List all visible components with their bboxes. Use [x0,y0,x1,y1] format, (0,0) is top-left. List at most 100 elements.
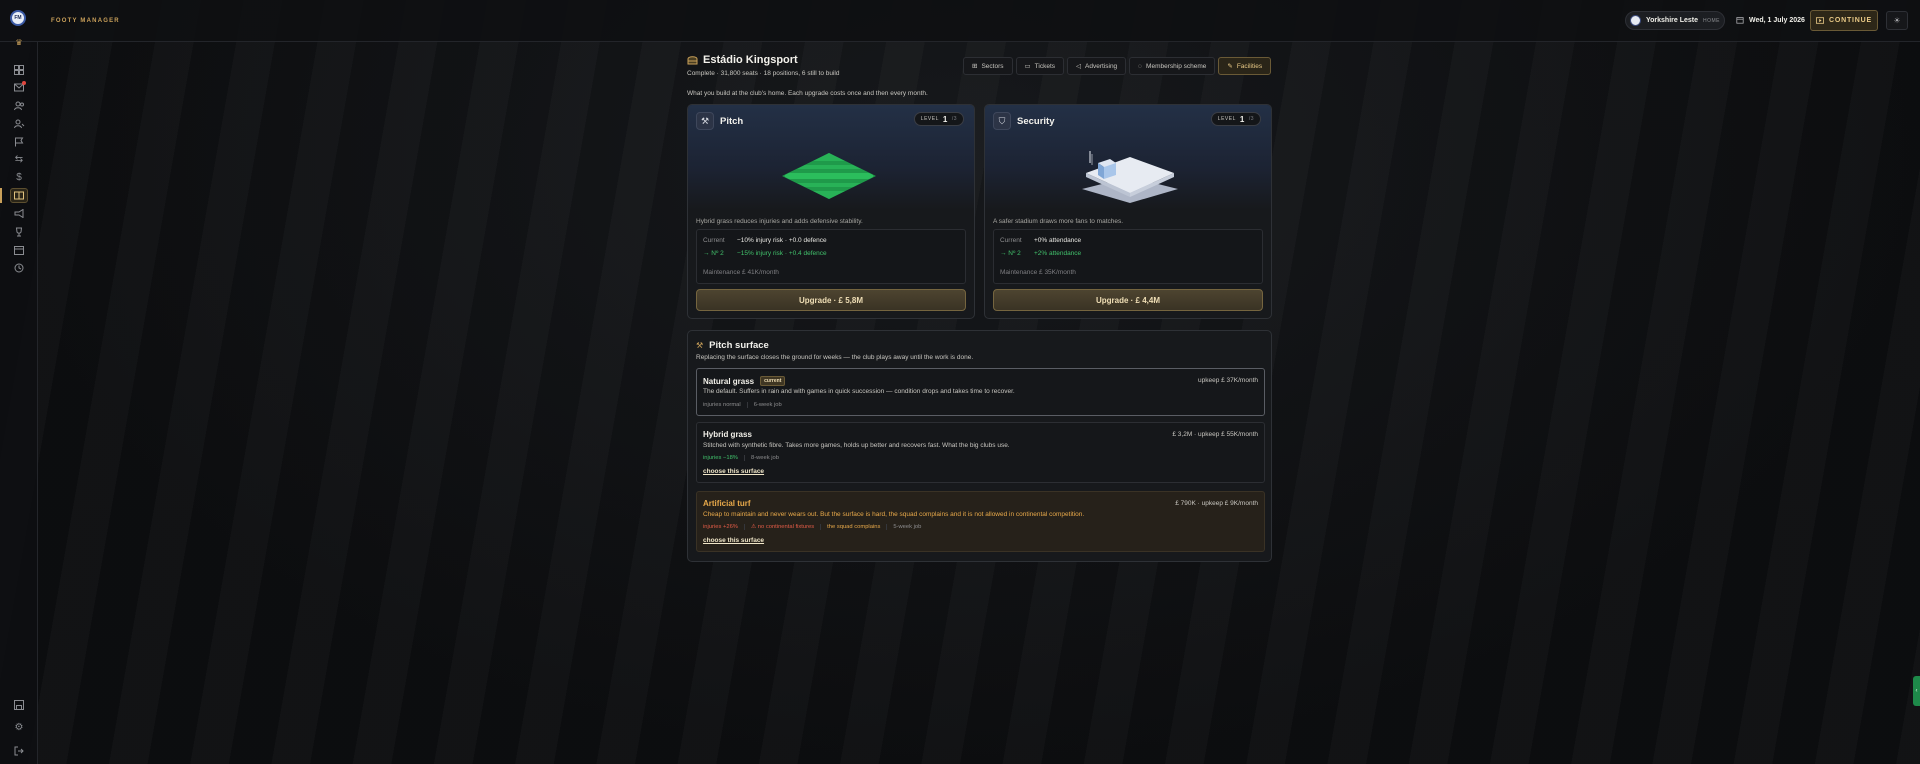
ticket-icon: ▭ [1024,63,1031,70]
option-name-text: Natural grass [703,376,755,386]
settings-gear-icon[interactable]: ⚙ [10,720,28,735]
tab-facilities[interactable]: ✎ Facilities [1218,57,1272,75]
tab-advertising[interactable]: ◁ Advertising [1067,57,1127,75]
main-content: Estádio Kingsport Complete · 31,800 seat… [0,0,1920,764]
club-name: Yorkshire Leste [1646,17,1699,24]
date-text: Wed, 1 July 2026 [1749,16,1805,24]
chevron-left-icon: ‹ [1915,688,1918,694]
next-label: → Nº 2 [1000,250,1021,257]
flag-icon[interactable] [10,134,28,149]
tag: injuries normal [703,402,748,408]
option-tags: injuries −18% 8-week job [703,455,791,461]
card-description: A safer stadium draws more fans to match… [993,218,1124,225]
stadium-title-icon [687,56,698,65]
active-indicator [0,188,2,203]
maintenance-cost: Maintenance £ 35K/month [1000,269,1076,276]
transfers-icon[interactable]: ⇆ [10,152,28,167]
tab-sectors[interactable]: ⊞ Sectors [963,57,1013,75]
stadium-icon[interactable] [10,188,28,203]
pitch-surface-panel: ⚒ Pitch surface Replacing the surface cl… [687,330,1272,562]
tab-label: Facilities [1236,62,1263,70]
inbox-unread-dot [22,81,26,85]
play-icon [1816,17,1825,24]
tab-label: Membership scheme [1146,62,1207,70]
surface-title-text: Pitch surface [709,340,769,351]
option-tags: injuries +26% ⚠ no continental fixtures … [703,524,933,530]
continue-button[interactable]: CONTINUE [1810,10,1878,31]
page-subtitle: Complete · 31,800 seats · 18 positions, … [687,70,840,77]
tab-tickets[interactable]: ▭ Tickets [1015,57,1065,75]
tag: 5-week job [893,524,922,530]
next-level-stats: → Nº 2 +2% attendance [1000,250,1081,257]
option-description: The default. Suffers in rain and with ga… [703,388,1015,395]
option-name: Artificial turf [703,499,751,508]
facility-card-pitch: ⚒ Pitch LEVEL 1 /3 Hybrid grass reduces … [687,104,975,319]
option-price: £ 3,2M · upkeep £ 55K/month [1172,431,1258,438]
option-name: Natural grass current [703,376,786,386]
card-title: Security [1017,116,1055,127]
continue-label: CONTINUE [1829,17,1872,24]
upgrade-security-button[interactable]: Upgrade · £ 4,4M [993,289,1263,311]
card-title: Pitch [720,116,744,127]
top-bar: FM FOOTY MANAGER Yorkshire Leste HOME We… [0,0,1920,42]
save-icon[interactable] [10,697,28,712]
pitch-illustration [782,153,876,199]
surface-subtitle: Replacing the surface closes the ground … [696,354,974,361]
tab-label: Advertising [1085,62,1118,70]
club-logo[interactable]: FM [10,10,26,26]
squad-icon[interactable] [10,98,28,113]
current-value: +0% attendance [1034,237,1082,244]
level-label: LEVEL [1217,116,1236,122]
tag: ⚠ no continental fixtures [751,524,822,530]
next-label: → Nº 2 [703,250,724,257]
tab-label: Sectors [981,62,1004,70]
surface-option-artificial-turf: Artificial turf £ 790K · upkeep £ 9K/mon… [696,491,1265,552]
current-date: Wed, 1 July 2026 [1736,16,1805,24]
staff-icon[interactable] [10,116,28,131]
trophy-crest-icon[interactable]: ♛ [10,35,28,50]
current-badge: current [760,376,786,386]
level-max: /3 [951,116,957,122]
stats-box: Current +0% attendance → Nº 2 +2% attend… [993,229,1263,284]
calendar-nav-icon[interactable] [10,242,28,257]
choose-artificial-turf-link[interactable]: choose this surface [703,537,764,544]
level-max: /3 [1248,116,1254,122]
option-name-text: Artificial turf [703,499,751,508]
logout-icon[interactable] [10,743,28,758]
club-tag: HOME [1703,17,1721,24]
page-title-text: Estádio Kingsport [703,54,798,66]
tab-membership-scheme[interactable]: ◌ Membership scheme [1129,57,1216,75]
choose-hybrid-grass-link[interactable]: choose this surface [703,468,764,475]
next-level-stats: → Nº 2 −15% injury risk · +0.4 defence [703,250,827,257]
history-icon[interactable] [10,260,28,275]
current-label: Current [1000,237,1022,244]
tag: the squad complains [827,524,888,530]
members-icon: ◌ [1138,62,1143,70]
maintenance-cost: Maintenance £ 41K/month [703,269,779,276]
option-name: Hybrid grass [703,430,752,439]
current-stats: Current +0% attendance [1000,237,1081,244]
level-value: 1 [942,114,948,124]
level-label: LEVEL [920,116,939,122]
side-drawer-toggle[interactable]: ‹ [1913,676,1920,706]
sectors-icon: ⊞ [972,63,978,70]
option-description: Stitched with synthetic fibre. Takes mor… [703,442,1010,449]
marketing-icon[interactable] [10,206,28,221]
level-value: 1 [1239,114,1245,124]
dashboard-icon[interactable] [10,62,28,77]
app-brand: FOOTY MANAGER [51,18,120,24]
surface-option-natural-grass: Natural grass current upkeep £ 37K/month… [696,368,1265,416]
tag: 8-week job [750,455,780,461]
upgrade-pitch-button[interactable]: Upgrade · £ 5,8M [696,289,966,311]
tools-icon: ⚒ [696,341,704,350]
finances-icon[interactable]: $ [10,170,28,185]
facilities-intro: What you build at the club's home. Each … [687,90,928,97]
theme-toggle-button[interactable]: ☀ [1886,11,1908,30]
option-name-text: Hybrid grass [703,430,752,439]
trophy-icon[interactable] [10,224,28,239]
surface-option-hybrid-grass: Hybrid grass £ 3,2M · upkeep £ 55K/month… [696,422,1265,483]
club-selector[interactable]: Yorkshire Leste HOME [1625,11,1725,30]
current-label: Current [703,237,725,244]
tag: injuries −18% [703,455,745,461]
stadium-tabs: ⊞ Sectors ▭ Tickets ◁ Advertising ◌ Membersh… [963,57,1272,75]
